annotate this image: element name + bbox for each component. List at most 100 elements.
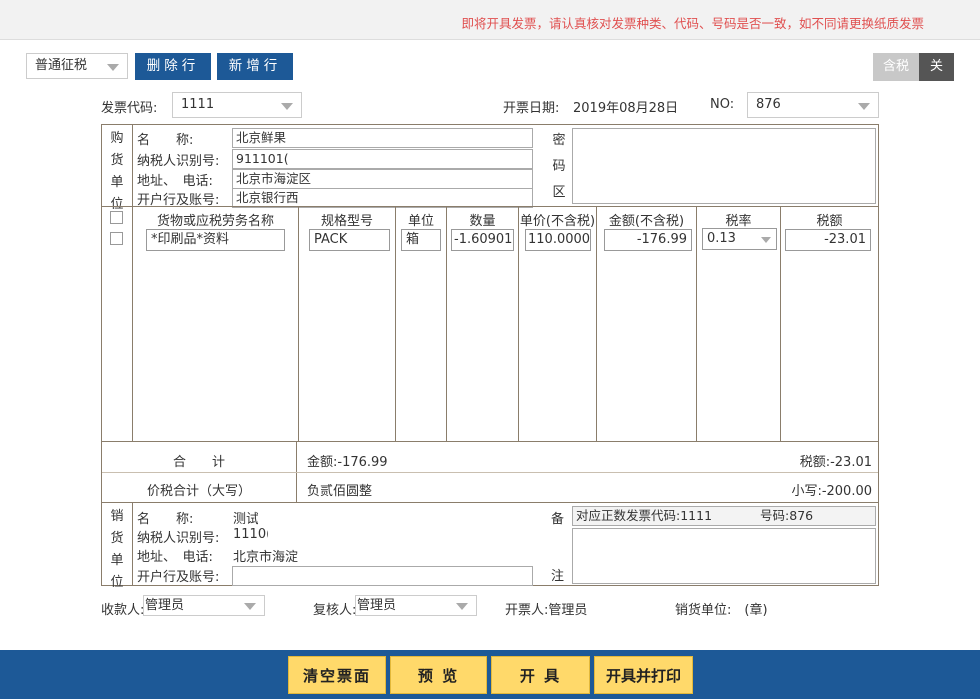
row-checkbox[interactable] <box>110 232 123 245</box>
add-row-button[interactable]: 新增行 <box>217 53 293 80</box>
divider <box>102 502 878 503</box>
seller-address-label: 地址、 电话: <box>137 550 213 565</box>
payee-select[interactable]: 管理员 <box>143 595 265 616</box>
reviewer-label: 复核人: <box>313 603 357 618</box>
grand-total-small: 小写:-200.00 <box>791 484 872 499</box>
chevron-down-icon <box>107 64 119 71</box>
invoice-no-label: NO: <box>710 97 735 112</box>
buyer-side-char: 单 <box>110 175 124 190</box>
divider <box>596 207 597 441</box>
remark-textarea[interactable] <box>572 528 876 584</box>
payee-label: 收款人: <box>101 603 145 618</box>
divider <box>298 207 299 441</box>
invoice-date-label: 开票日期: <box>503 101 560 116</box>
cipher-char: 码 <box>552 159 566 174</box>
issue-and-print-button[interactable]: 开具并打印 <box>594 656 693 694</box>
cipher-char: 密 <box>552 133 566 148</box>
sum-tax: 税额:-23.01 <box>799 455 872 470</box>
cipher-char: 区 <box>552 185 566 200</box>
seller-taxid-label: 纳税人识别号: <box>137 531 220 546</box>
remark-code-text: 对应正数发票代码:1111 <box>576 508 713 523</box>
item-qty-input[interactable]: -1.60901 <box>451 229 514 251</box>
divider <box>518 207 519 441</box>
remark-label-top: 备 <box>551 512 565 527</box>
seller-side-char: 销 <box>110 509 124 524</box>
redaction-mask <box>298 545 480 562</box>
item-tax-input[interactable]: -23.01 <box>785 229 871 251</box>
item-amount-input[interactable]: -176.99 <box>604 229 692 251</box>
buyer-name-input[interactable]: 北京鲜果 <box>232 128 533 148</box>
preview-button[interactable]: 预 览 <box>390 656 487 694</box>
item-price-input[interactable]: 110.0000 <box>525 229 591 251</box>
divider <box>102 472 878 473</box>
chevron-down-icon <box>281 103 293 110</box>
reviewer-value: 管理员 <box>357 598 397 613</box>
buyer-side-label: 购 货 单 位 <box>102 128 132 216</box>
seller-side-char: 单 <box>110 553 124 568</box>
remark-label-bottom: 注 <box>551 569 565 584</box>
col-header-unit: 单位 <box>407 214 434 229</box>
item-name-input[interactable]: *印刷品*资料 <box>146 229 285 251</box>
invoice-code-select[interactable]: 1111 <box>172 92 302 118</box>
divider <box>395 207 396 441</box>
item-spec-input[interactable]: PACK <box>309 229 390 251</box>
tax-type-select[interactable]: 普通征税 <box>26 53 128 79</box>
col-header-price: 单价(不含税) <box>519 214 596 229</box>
payee-value: 管理员 <box>145 598 185 613</box>
seller-name-value: 测试 <box>233 512 260 527</box>
col-header-rate: 税率 <box>725 214 752 229</box>
item-rate-select[interactable]: 0.13 <box>702 228 777 250</box>
invoice-date-value: 2019年08月28日 <box>573 101 679 116</box>
seller-address-value: 北京市海淀 <box>233 550 299 565</box>
col-header-amount: 金额(不含税) <box>608 214 685 229</box>
divider <box>780 207 781 441</box>
invoice-code-value: 1111 <box>181 97 215 112</box>
delete-row-button[interactable]: 删除行 <box>135 53 211 80</box>
redaction-mask <box>268 526 373 543</box>
tax-inclusive-label[interactable]: 含税 <box>873 53 919 81</box>
seller-bank-label: 开户行及账号: <box>137 570 220 585</box>
buyer-address-label: 地址、 电话: <box>137 174 213 189</box>
cipher-zone-label: 密 码 区 <box>548 128 570 206</box>
remark-no-text: 号码:876 <box>760 508 814 523</box>
buyer-taxid-input[interactable]: 911101( <box>232 149 533 169</box>
col-header-qty: 数量 <box>469 214 496 229</box>
grand-total-label: 价税合计（大写） <box>146 484 251 499</box>
grand-total-words: 负贰佰圆整 <box>307 484 373 499</box>
col-header-name: 货物或应税劳务名称 <box>156 214 274 229</box>
item-unit-input[interactable]: 箱 <box>401 229 441 251</box>
seller-bank-input[interactable] <box>232 566 533 586</box>
redaction-mask <box>258 507 320 524</box>
reviewer-select[interactable]: 管理员 <box>355 595 477 616</box>
divider <box>132 503 133 585</box>
invoice-no-select[interactable]: 876 <box>747 92 879 118</box>
invoice-code-label: 发票代码: <box>101 101 158 116</box>
tax-inclusive-toggle[interactable]: 关 <box>919 53 954 81</box>
chevron-down-icon <box>244 603 256 610</box>
buyer-taxid-label: 纳税人识别号: <box>137 154 220 169</box>
divider <box>132 125 133 441</box>
seller-side-char: 位 <box>110 575 124 590</box>
buyer-side-char: 购 <box>110 131 124 146</box>
clear-form-button[interactable]: 清空票面 <box>288 656 386 694</box>
cipher-area <box>572 128 876 204</box>
divider <box>102 206 878 207</box>
chevron-down-icon <box>456 603 468 610</box>
notice-text: 即将开具发票，请认真核对发票种类、代码、号码是否一致，如不同请更换纸质发票 <box>461 16 924 31</box>
issuer-text: 开票人:管理员 <box>505 603 588 618</box>
buyer-address-input[interactable]: 北京市海淀区 <box>232 169 533 189</box>
buyer-name-label: 名 称: <box>137 133 194 148</box>
tax-type-value: 普通征税 <box>35 58 88 73</box>
divider <box>446 207 447 441</box>
issue-button[interactable]: 开 具 <box>491 656 590 694</box>
remark-original-invoice: 对应正数发票代码:1111 号码:876 <box>572 506 876 526</box>
buyer-side-char: 货 <box>110 153 124 168</box>
seller-side-label: 销 货 单 位 <box>102 506 132 594</box>
divider <box>696 207 697 441</box>
col-header-tax: 税额 <box>816 214 843 229</box>
chevron-down-icon <box>761 237 771 243</box>
item-rate-value: 0.13 <box>707 231 736 246</box>
buyer-bank-input[interactable]: 北京银行西 <box>232 188 533 208</box>
select-all-checkbox[interactable] <box>110 211 123 224</box>
divider <box>102 441 878 442</box>
